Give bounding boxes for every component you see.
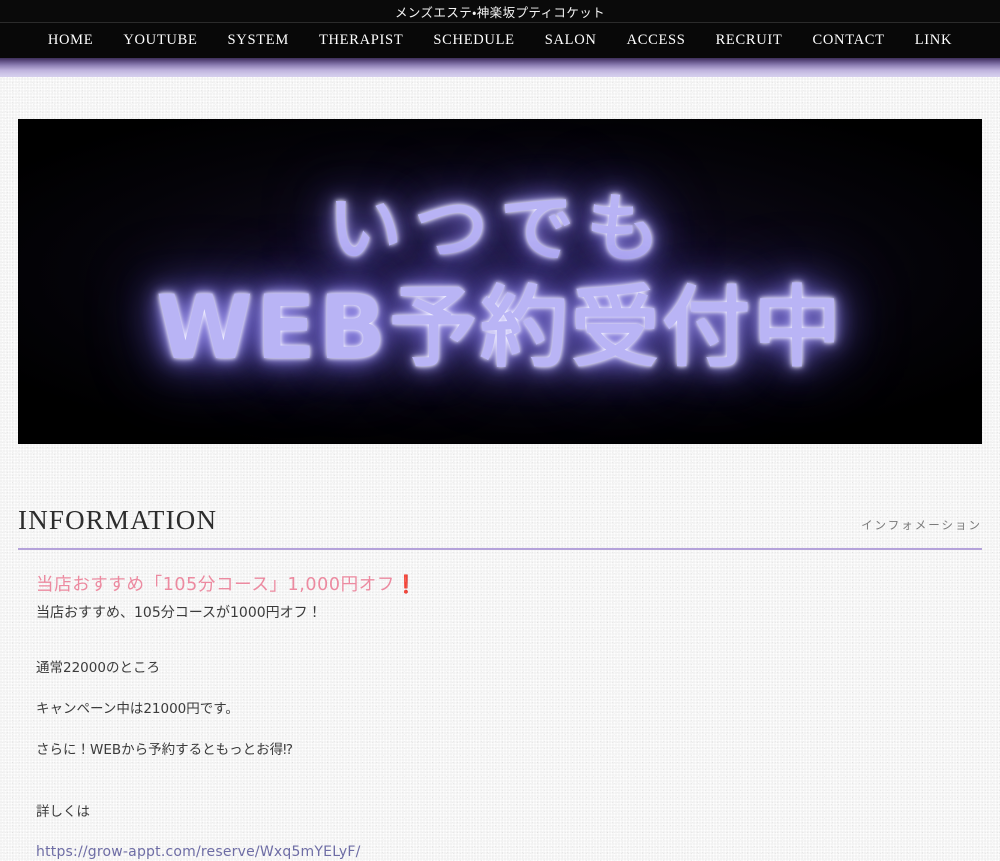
article-headline: 当店おすすめ「105分コース」1,000円オフ❗ xyxy=(36,572,964,598)
information-subtitle: インフォメーション xyxy=(861,517,982,532)
page-body: いつでも WEB予約受付中 INFORMATION インフォメーション 当店おす… xyxy=(0,77,1000,861)
nav-item-therapist[interactable]: THERAPIST xyxy=(304,32,418,49)
article-spacer xyxy=(36,780,964,802)
hero-neon-line-2: WEB予約受付中 xyxy=(155,275,845,379)
nav-item-home[interactable]: HOME xyxy=(33,32,109,49)
site-title: メンズエステ・神楽坂プティコケット xyxy=(394,4,606,20)
hero-neon-line-1: いつでも xyxy=(328,185,672,272)
main-navigation: HOME YOUTUBE SYSTEM THERAPIST SCHEDULE S… xyxy=(0,23,1000,58)
nav-item-schedule[interactable]: SCHEDULE xyxy=(418,32,529,49)
article-detail-label: 詳しくは xyxy=(36,804,90,821)
nav-item-contact[interactable]: CONTACT xyxy=(798,32,900,49)
nav-item-system[interactable]: SYSTEM xyxy=(213,32,304,49)
site-titlebar: メンズエステ・神楽坂プティコケット xyxy=(0,0,1000,23)
reservation-link[interactable]: https://grow-appt.com/reserve/Wxq5mYELyF… xyxy=(36,844,361,860)
nav-item-recruit[interactable]: RECRUIT xyxy=(701,32,798,49)
nav-list: HOME YOUTUBE SYSTEM THERAPIST SCHEDULE S… xyxy=(33,32,967,49)
information-divider xyxy=(18,547,982,550)
nav-item-salon[interactable]: SALON xyxy=(530,32,612,49)
information-header: INFORMATION インフォメーション xyxy=(18,505,982,536)
hero-banner[interactable]: いつでも WEB予約受付中 xyxy=(18,119,982,444)
information-section: INFORMATION インフォメーション 当店おすすめ「105分コース」1,0… xyxy=(18,505,982,861)
article-paragraph-1: 通常22000のところ xyxy=(36,660,160,677)
accent-strip xyxy=(0,58,1000,77)
article-lead: 当店おすすめ、105分コースが1000円オフ！ xyxy=(36,604,322,621)
article-paragraph-2: キャンペーン中は21000円です。 xyxy=(36,700,239,717)
exclamation-icon: ❗ xyxy=(394,574,418,595)
nav-item-youtube[interactable]: YOUTUBE xyxy=(108,32,212,49)
hero-banner-wrap: いつでも WEB予約受付中 xyxy=(0,77,1000,444)
article-headline-text: 当店おすすめ「105分コース」1,000円オフ xyxy=(36,574,395,595)
information-article: 当店おすすめ「105分コース」1,000円オフ❗ 当店おすすめ、105分コースが… xyxy=(18,572,982,861)
nav-item-link[interactable]: LINK xyxy=(900,32,967,49)
nav-item-access[interactable]: ACCESS xyxy=(612,32,701,49)
article-paragraph-3: さらに！WEBから予約するともっとお得⁉ xyxy=(36,741,294,758)
page-title: INFORMATION xyxy=(18,505,218,535)
